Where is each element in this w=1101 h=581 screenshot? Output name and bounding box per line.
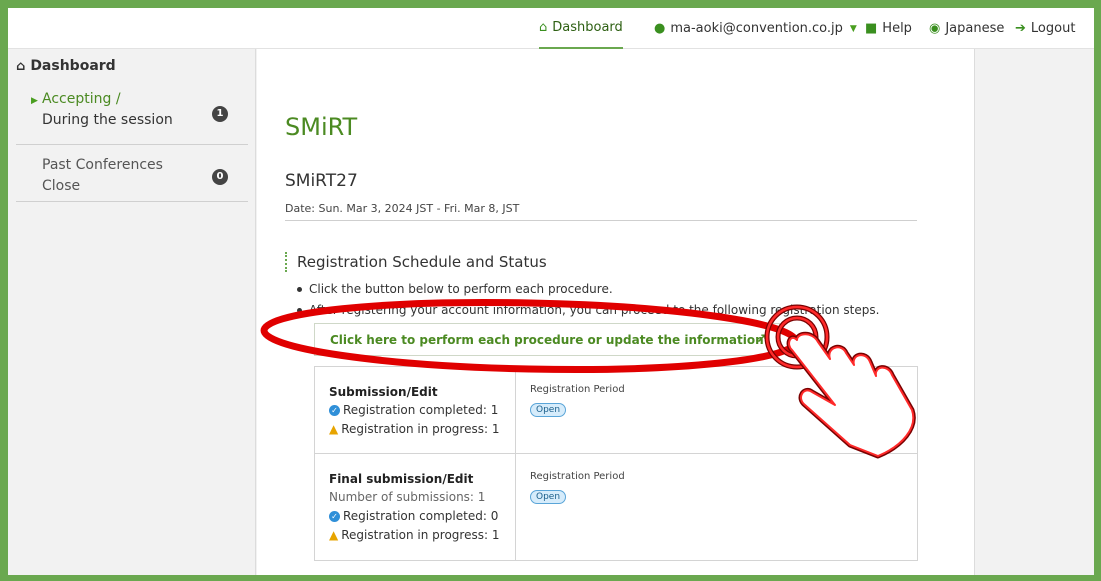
instruction-item: After registering your account informati… <box>297 300 879 321</box>
registration-instructions: Click the button below to perform each p… <box>297 279 879 321</box>
sidebar-item-past-count: 0 <box>212 169 228 185</box>
period-label: Registration Period <box>530 471 625 482</box>
book-icon: ■ <box>865 21 878 36</box>
nav-logout[interactable]: ➔ Logout <box>1015 8 1075 49</box>
registration-table: Submission/Edit ✓ Registration completed… <box>314 366 918 561</box>
instruction-item: Click the button below to perform each p… <box>297 279 879 300</box>
in-progress-text: Registration in progress: 1 <box>341 528 500 542</box>
nav-help-label: Help <box>882 21 912 36</box>
caret-right-icon: ▶ <box>31 96 38 106</box>
table-cell-period: Registration Period Open <box>516 454 917 560</box>
home-icon: ⌂ <box>16 58 26 74</box>
nav-language-label: Japanese <box>945 21 1005 36</box>
status-badge: Open <box>530 403 567 417</box>
in-progress-status: ▲ Registration in progress: 1 <box>329 526 503 545</box>
table-cell-period: Registration Period Open <box>516 367 917 453</box>
step-name: Submission/Edit <box>329 385 438 399</box>
sidebar-item-past-conferences[interactable]: Past Conferences Close 0 <box>16 145 248 202</box>
in-progress-text: Registration in progress: 1 <box>341 422 500 436</box>
period-label: Registration Period <box>530 384 625 395</box>
procedure-button-label: Click here to perform each procedure or … <box>330 332 764 347</box>
sidebar-title: ⌂ Dashboard <box>16 58 116 74</box>
home-icon: ⌂ <box>539 20 548 35</box>
external-link-icon: ↗ <box>756 332 767 347</box>
submission-count: Number of submissions: 1 <box>329 490 486 504</box>
check-circle-icon: ✓ <box>329 511 340 522</box>
nav-user-menu[interactable]: ● ma-aoki@convention.co.jp ▼ <box>654 8 857 49</box>
right-gutter <box>974 49 1094 575</box>
in-progress-status: ▲ Registration in progress: 1 <box>329 420 503 439</box>
table-row: Submission/Edit ✓ Registration completed… <box>315 367 917 454</box>
nav-help[interactable]: ■ Help <box>865 8 912 49</box>
top-nav: ⌂ Dashboard ● ma-aoki@convention.co.jp ▼… <box>8 8 1094 49</box>
nav-dashboard[interactable]: ⌂ Dashboard <box>539 8 623 49</box>
chevron-down-icon: ▼ <box>849 23 857 34</box>
sidebar-item-accepting-line1: Accepting / <box>42 91 121 107</box>
logout-icon: ➔ <box>1015 21 1026 36</box>
table-row: Final submission/Edit Number of submissi… <box>315 454 917 560</box>
status-badge: Open <box>530 490 567 504</box>
table-cell-step: Final submission/Edit Number of submissi… <box>315 454 516 560</box>
nav-dashboard-label: Dashboard <box>552 20 623 35</box>
sidebar-item-accepting-count: 1 <box>212 106 228 122</box>
globe-icon: ◉ <box>929 21 941 36</box>
sidebar-title-label: Dashboard <box>30 58 116 74</box>
sidebar-item-past-line1: Past Conferences <box>42 157 163 173</box>
sidebar-item-past-line2: Close <box>42 178 81 194</box>
sidebar-item-accepting-line2: During the session <box>42 112 173 128</box>
main-content: SMiRT SMiRT27 Date: Sun. Mar 3, 2024 JST… <box>257 49 974 575</box>
nav-language[interactable]: ◉ Japanese <box>929 8 1004 49</box>
nav-logout-label: Logout <box>1030 21 1076 36</box>
step-name: Final submission/Edit <box>329 472 474 486</box>
user-icon: ● <box>654 21 666 36</box>
divider <box>285 220 917 221</box>
conference-edition: SMiRT27 <box>285 171 358 191</box>
table-cell-step: Submission/Edit ✓ Registration completed… <box>315 367 516 453</box>
procedure-button[interactable]: Click here to perform each procedure or … <box>314 323 780 356</box>
sidebar-item-accepting[interactable]: ▶ Accepting / During the session 1 <box>16 89 248 145</box>
sidebar: ⌂ Dashboard ▶ Accepting / During the ses… <box>8 49 256 575</box>
conference-title: SMiRT <box>285 113 358 141</box>
warning-icon: ▲ <box>329 422 339 436</box>
registration-heading: Registration Schedule and Status <box>285 252 547 272</box>
conference-date: Date: Sun. Mar 3, 2024 JST - Fri. Mar 8,… <box>285 202 520 215</box>
completed-status: ✓ Registration completed: 1 <box>329 401 503 420</box>
completed-text: Registration completed: 0 <box>343 509 499 523</box>
check-circle-icon: ✓ <box>329 405 340 416</box>
completed-text: Registration completed: 1 <box>343 403 499 417</box>
completed-status: ✓ Registration completed: 0 <box>329 507 503 526</box>
app-frame: ⌂ Dashboard ● ma-aoki@convention.co.jp ▼… <box>8 8 1094 575</box>
warning-icon: ▲ <box>329 528 339 542</box>
nav-user-email: ma-aoki@convention.co.jp <box>670 21 843 36</box>
